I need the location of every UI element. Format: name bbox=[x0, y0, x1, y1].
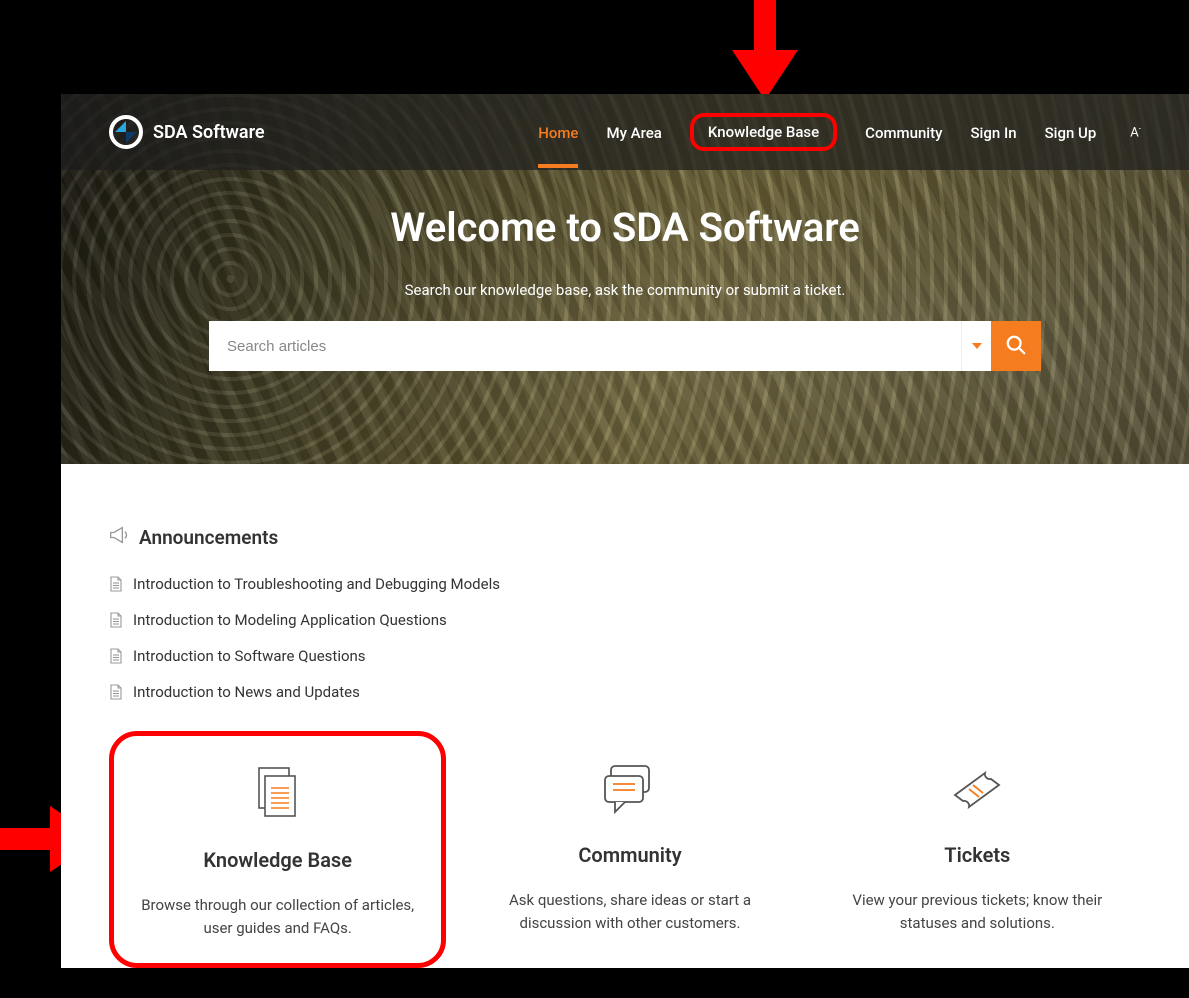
nav-my-area[interactable]: My Area bbox=[606, 96, 661, 168]
hero-subtitle: Search our knowledge base, ask the commu… bbox=[405, 281, 846, 299]
search-button[interactable] bbox=[991, 321, 1041, 371]
document-icon bbox=[109, 684, 123, 700]
brand[interactable]: SDA Software bbox=[109, 115, 265, 149]
announcement-link[interactable]: Introduction to News and Updates bbox=[133, 683, 360, 701]
announcement-link[interactable]: Introduction to Modeling Application Que… bbox=[133, 611, 447, 629]
announcements-heading: Announcements bbox=[139, 526, 278, 549]
chat-icon bbox=[486, 759, 773, 819]
document-icon bbox=[109, 576, 123, 592]
list-item: Introduction to Modeling Application Que… bbox=[109, 611, 1141, 629]
font-size-button[interactable]: A- bbox=[1130, 124, 1141, 140]
card-desc: Ask questions, share ideas or start a di… bbox=[486, 889, 773, 934]
nav-community[interactable]: Community bbox=[865, 96, 942, 168]
brand-name: SDA Software bbox=[153, 122, 265, 143]
list-item: Introduction to Troubleshooting and Debu… bbox=[109, 575, 1141, 593]
nav-sign-up[interactable]: Sign Up bbox=[1045, 96, 1097, 168]
document-icon bbox=[109, 648, 123, 664]
card-desc: View your previous tickets; know their s… bbox=[834, 889, 1121, 934]
list-item: Introduction to News and Updates bbox=[109, 683, 1141, 701]
announcement-link[interactable]: Introduction to Troubleshooting and Debu… bbox=[133, 575, 500, 593]
nav-knowledge-base[interactable]: Knowledge Base bbox=[690, 113, 837, 151]
ticket-icon bbox=[834, 759, 1121, 819]
nav-home[interactable]: Home bbox=[538, 96, 578, 168]
announcement-link[interactable]: Introduction to Software Questions bbox=[133, 647, 366, 665]
list-item: Introduction to Software Questions bbox=[109, 647, 1141, 665]
card-tickets[interactable]: Tickets View your previous tickets; know… bbox=[814, 731, 1141, 968]
card-title: Community bbox=[486, 843, 773, 867]
card-community[interactable]: Community Ask questions, share ideas or … bbox=[466, 731, 793, 968]
card-title: Tickets bbox=[834, 843, 1121, 867]
hero-title: Welcome to SDA Software bbox=[390, 204, 860, 251]
search-icon bbox=[1005, 334, 1027, 359]
card-title: Knowledge Base bbox=[134, 848, 421, 872]
search-filter-dropdown[interactable] bbox=[961, 321, 991, 371]
nav-sign-in[interactable]: Sign In bbox=[970, 96, 1016, 168]
card-knowledge-base[interactable]: Knowledge Base Browse through our collec… bbox=[109, 731, 446, 968]
announcements-list: Introduction to Troubleshooting and Debu… bbox=[109, 575, 1141, 701]
search-input[interactable] bbox=[209, 321, 961, 371]
document-icon bbox=[109, 612, 123, 628]
annotation-arrow-down-icon bbox=[732, 0, 798, 104]
card-desc: Browse through our collection of article… bbox=[134, 894, 421, 939]
documents-icon bbox=[134, 764, 421, 824]
brand-logo-icon bbox=[109, 115, 143, 149]
megaphone-icon bbox=[109, 526, 129, 549]
